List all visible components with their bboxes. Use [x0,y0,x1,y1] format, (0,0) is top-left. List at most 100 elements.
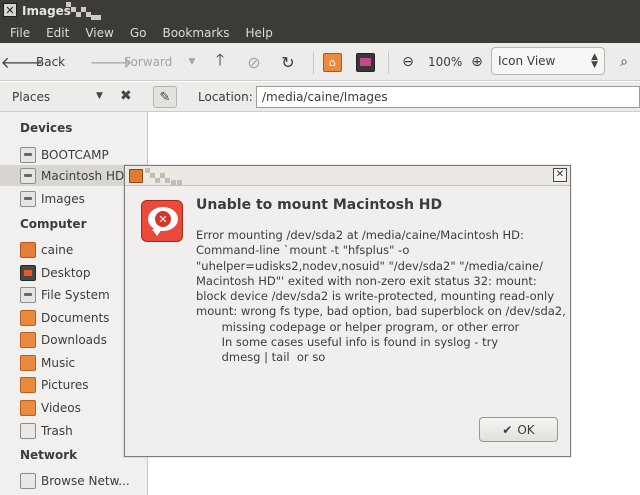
forward-history-dropdown[interactable]: ▼ [182,50,202,74]
toolbar-separator [388,52,389,74]
trash-icon [20,422,36,439]
menu-help[interactable]: Help [236,23,279,43]
sidebar-item-label: File System [41,287,110,302]
menu-go[interactable]: Go [120,23,153,43]
dialog-message: Error mounting /dev/sda2 at /media/caine… [196,228,568,366]
section-network: Network [20,448,78,462]
back-label: Back [36,55,66,69]
drive-icon [20,167,36,184]
close-icon: ✕ [5,3,15,17]
section-devices: Devices [20,121,73,135]
sidebar-item-bootcamp[interactable]: BOOTCAMP [20,144,148,165]
zoom-out-button[interactable]: ⊖ [398,50,418,74]
drive-icon [20,146,36,163]
dropdown-arrow-icon: ▼ [188,57,196,67]
sidebar-item-label: Browse Netw... [41,473,130,488]
titlebar-decoration [66,2,106,20]
sidebar-item-label: Pictures [41,377,89,392]
back-button[interactable]: 🡐 Back [0,50,66,74]
search-button[interactable]: ⌕ [614,50,634,74]
sidebar-item-label: Desktop [41,265,91,280]
window-title: Images [22,4,71,18]
menu-edit[interactable]: Edit [36,23,75,43]
sidebar-item-label: Documents [41,310,110,325]
network-icon [20,472,36,489]
search-icon: ⌕ [620,54,628,70]
folder-icon [20,399,36,416]
message-line: dmesg | tail or so [196,350,326,365]
checkmark-icon: ✔ [502,422,513,437]
menu-view[interactable]: View [75,23,119,43]
forward-button[interactable]: 🡒 Forward [89,50,173,74]
stop-button[interactable]: ⊘ [244,50,264,74]
pencil-icon: ✎ [159,89,171,105]
sidebar-item-label: Images [41,191,85,206]
home-folder-icon [20,241,36,258]
message-line: "uhelper=udisks2,nodev,nosuid" "/dev/sda… [196,258,543,273]
location-input[interactable]: /media/caine/Images [256,86,640,108]
forward-arrow-icon: 🡒 [89,53,133,72]
view-mode-value: Icon View [498,54,556,68]
folder-icon [20,331,36,348]
location-bar: Places ▼ ✖ ✎ Location: /media/caine/Imag… [0,82,640,112]
stop-icon: ⊘ [247,52,261,72]
forward-label: Forward [124,55,173,69]
spin-arrows-icon: ▲ ▼ [591,52,598,70]
sidebar-item-browse-network[interactable]: Browse Netw... [20,470,148,491]
error-icon: ✕ [141,200,183,242]
close-icon: ✕ [555,169,565,180]
location-label: Location: [198,90,253,104]
dialog-window-icon [129,169,143,183]
sidebar-item-label: Macintosh HD [41,168,125,183]
sidebar-item-label: Videos [41,400,81,415]
drive-icon [20,190,36,207]
ok-label: OK [517,422,535,437]
zoom-level: 100% [428,55,463,69]
error-dialog: ✕ ✕ Unable to mount Macintosh HD Error m… [124,165,571,457]
toggle-location-edit-button[interactable]: ✎ [153,86,177,108]
zoom-out-icon: ⊖ [402,54,414,70]
computer-button[interactable] [356,50,375,74]
folder-icon [20,309,36,326]
menu-file[interactable]: File [0,23,36,43]
drive-icon [20,286,36,303]
sidebar-item-label: caine [41,242,74,257]
window-close-button[interactable]: ✕ [3,3,17,17]
home-button[interactable]: ⌂ [323,50,342,74]
home-folder-icon: ⌂ [323,52,342,72]
message-line: In some cases useful info is found in sy… [196,335,499,350]
up-arrow-icon: 🡑 [215,49,225,69]
message-line: block device /dev/sda2 is write-protecte… [196,289,555,304]
places-dropdown-icon[interactable]: ▼ [96,91,103,101]
section-computer: Computer [20,217,87,231]
window-titlebar: ✕ Images [0,0,640,23]
message-line: mount: wrong fs type, bad option, bad su… [196,304,566,319]
message-line: Command-line `mount -t "hfsplus" -o [196,243,410,258]
sidebar-item-label: Music [41,355,76,370]
folder-icon [20,376,36,393]
dialog-heading: Unable to mount Macintosh HD [196,197,443,213]
ok-button[interactable]: ✔ OK [479,417,558,442]
toolbar-separator [313,52,314,74]
up-button[interactable]: 🡑 [210,50,230,74]
desktop-icon [20,264,36,281]
sidebar-item-label: Trash [41,423,73,438]
reload-icon: ↻ [281,52,295,72]
zoom-in-button[interactable]: ⊕ [467,50,487,74]
menu-bookmarks[interactable]: Bookmarks [152,23,235,43]
close-sidebar-icon[interactable]: ✖ [120,88,132,104]
dialog-titlebar: ✕ [125,166,570,186]
menubar: File Edit View Go Bookmarks Help [0,23,640,43]
computer-icon [356,52,375,72]
folder-icon [20,354,36,371]
places-selector-label[interactable]: Places [12,90,50,104]
view-mode-select[interactable]: Icon View ▲ ▼ [491,47,605,75]
sidebar-item-label: BOOTCAMP [41,147,109,162]
back-arrow-icon: 🡐 [0,53,44,72]
message-line: Error mounting /dev/sda2 at /media/caine… [196,228,524,242]
message-line: missing codepage or helper program, or o… [196,319,520,334]
dialog-close-button[interactable]: ✕ [553,168,567,182]
reload-button[interactable]: ↻ [278,50,298,74]
zoom-in-icon: ⊕ [471,54,483,70]
sidebar-item-label: Downloads [41,332,107,347]
